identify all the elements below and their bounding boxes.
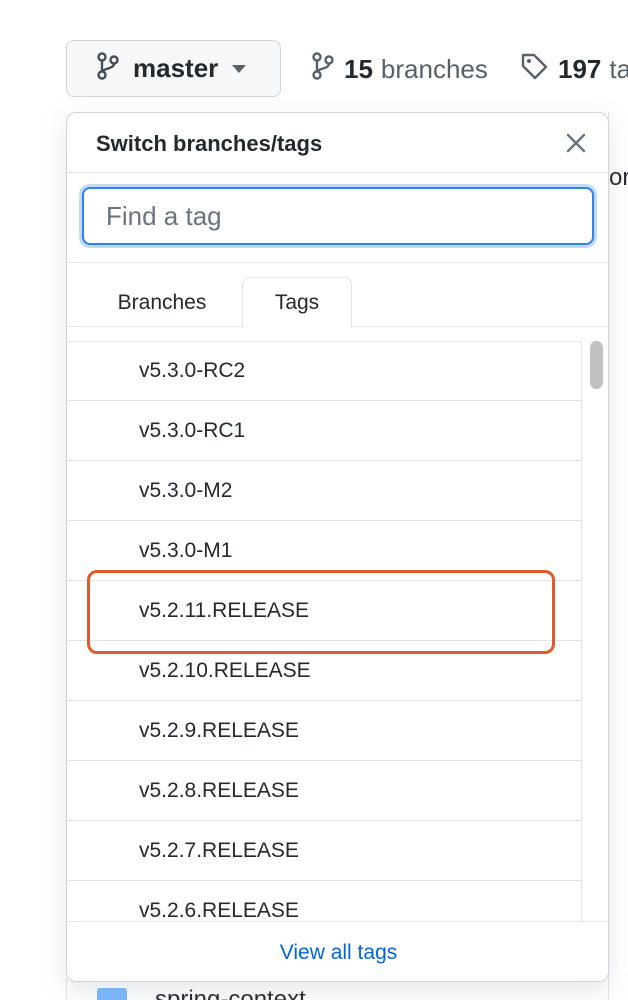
branch-select-label: master [133, 53, 219, 83]
background-text-fragment: or [609, 164, 628, 191]
tag-list-scrollbar[interactable] [581, 341, 608, 921]
branches-count: 15 [344, 54, 373, 84]
tags-count: 197 [558, 54, 602, 84]
background-file-list-edge: or [608, 112, 628, 1000]
branches-label: branches [380, 54, 488, 84]
dropdown-header: Switch branches/tags [67, 113, 608, 173]
filter-section [67, 173, 608, 263]
tag-item[interactable]: v5.2.6.RELEASE [67, 881, 582, 922]
tag-item[interactable]: v5.2.10.RELEASE [67, 641, 582, 701]
close-icon[interactable] [564, 131, 588, 155]
tag-item[interactable]: v5.3.0-M1 [67, 521, 582, 581]
scrollbar-thumb[interactable] [590, 341, 603, 389]
tag-icon [520, 52, 558, 87]
folder-icon [97, 988, 127, 1000]
git-branch-icon [97, 52, 119, 85]
tag-list: v5.3.0-RC2 v5.3.0-RC1 v5.3.0-M2 v5.3.0-M… [67, 341, 582, 921]
view-all-tags-link[interactable]: View all tags [280, 941, 398, 965]
tags-count-link[interactable]: 197 ta [520, 52, 628, 87]
tab-branches[interactable]: Branches [97, 277, 227, 328]
tag-item[interactable]: v5.2.9.RELEASE [67, 701, 582, 761]
tab-tags[interactable]: Tags [242, 277, 352, 328]
tag-item[interactable]: v5.3.0-RC2 [67, 341, 582, 401]
tag-item[interactable]: v5.2.8.RELEASE [67, 761, 582, 821]
find-tag-input[interactable] [82, 187, 594, 245]
tag-item[interactable]: v5.3.0-M2 [67, 461, 582, 521]
tag-item[interactable]: v5.3.0-RC1 [67, 401, 582, 461]
background-file-name: spring-context [155, 986, 306, 1000]
branch-select-button[interactable]: master [66, 40, 281, 97]
tag-item-highlighted[interactable]: v5.2.11.RELEASE [67, 581, 582, 641]
branches-count-link[interactable]: 15 branches [312, 52, 488, 87]
dropdown-tabs: Branches Tags [67, 263, 608, 328]
git-branch-icon [312, 52, 344, 87]
tags-label: ta [609, 54, 628, 84]
dropdown-title: Switch branches/tags [96, 131, 323, 156]
tag-item[interactable]: v5.2.7.RELEASE [67, 821, 582, 881]
branch-tag-dropdown: Switch branches/tags Branches Tags v5.3.… [66, 112, 609, 982]
dropdown-footer: View all tags [67, 921, 608, 981]
caret-down-icon [232, 60, 247, 78]
